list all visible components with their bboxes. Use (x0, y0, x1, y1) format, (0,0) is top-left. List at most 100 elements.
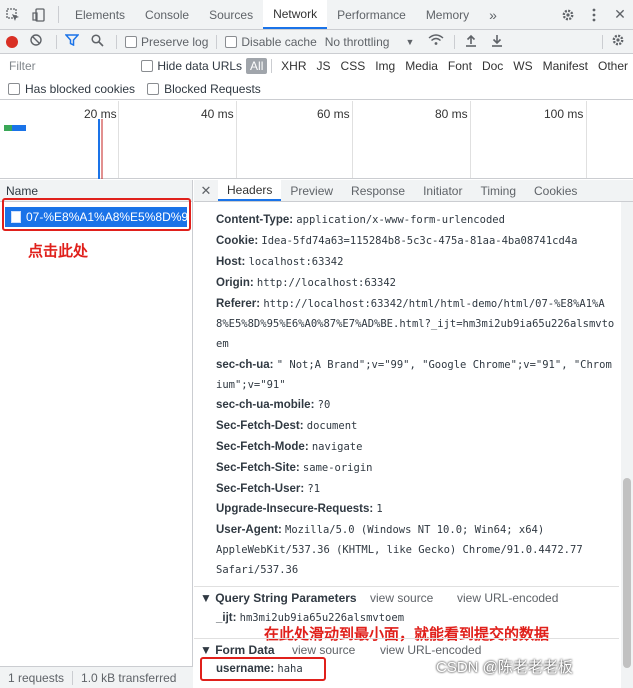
details-scrollbar[interactable] (621, 202, 633, 688)
import-har-upload-icon[interactable] (465, 34, 477, 50)
header-name: Origin: (216, 277, 254, 289)
search-icon[interactable] (91, 33, 104, 50)
filter-input[interactable]: Filter (4, 57, 132, 75)
header-name: Upgrade-Insecure-Requests: (216, 503, 374, 515)
header-name: Sec-Fetch-Dest: (216, 420, 304, 432)
record-icon[interactable] (6, 35, 18, 48)
tab-console[interactable]: Console (135, 0, 199, 29)
toolbar-divider (454, 34, 456, 49)
filter-type-font[interactable]: Font (443, 59, 477, 73)
tab-performance[interactable]: Performance (327, 0, 416, 29)
filter-type-js[interactable]: JS (312, 59, 336, 73)
hide-data-urls-checkbox[interactable]: Hide data URLs (141, 59, 242, 73)
request-count: 1 requests (8, 670, 65, 685)
header-value: ?1 (307, 483, 321, 495)
more-tabs-button[interactable]: » (479, 0, 507, 29)
tab-initiator[interactable]: Initiator (414, 180, 471, 201)
header-value: same-origin (302, 462, 373, 474)
overview-gridline (470, 101, 471, 178)
blocked-requests-label: Blocked Requests (164, 81, 261, 96)
timeline-overview[interactable]: 20 ms 40 ms 60 ms 80 ms 100 ms (0, 101, 633, 179)
close-details-icon[interactable]: ✕ (194, 180, 218, 201)
throttling-select[interactable]: No throttling ▼ (325, 35, 415, 49)
header-value: Idea-5fd74a63=115284b8-5c3c-475a-81aa-4b… (261, 235, 578, 247)
network-settings-gear-icon[interactable] (611, 33, 625, 50)
status-divider (72, 670, 74, 685)
filter-bar: Filter Hide data URLs All XHR JS CSS Img… (0, 55, 633, 77)
tab-response[interactable]: Response (342, 180, 414, 201)
disable-cache-checkbox[interactable]: Disable cache (225, 34, 317, 49)
header-row: Sec-Fetch-Mode: navigate (216, 437, 616, 457)
details-tab-bar: ✕ Headers Preview Response Initiator Tim… (194, 180, 633, 202)
close-icon[interactable]: ✕ (607, 6, 633, 23)
header-row: Origin: http://localhost:63342 (216, 273, 616, 293)
network-toolbar: Preserve log Disable cache No throttling… (0, 30, 633, 54)
preserve-log-checkbox[interactable]: Preserve log (125, 35, 208, 49)
request-list-pane: Name 07-%E8%A1%A8%E5%8D%95... 点击此处 1 req… (0, 180, 193, 688)
annotation-click-here: 点击此处 (28, 243, 89, 260)
clear-icon[interactable] (30, 34, 42, 49)
overview-gridline (118, 101, 119, 178)
header-name: Host: (216, 256, 246, 268)
request-details-pane: ✕ Headers Preview Response Initiator Tim… (194, 180, 633, 688)
overview-tick-label: 80 ms (435, 107, 468, 121)
export-har-download-icon[interactable] (491, 34, 503, 50)
checkbox-box[interactable] (141, 60, 154, 72)
filter-type-all[interactable]: All (246, 58, 268, 74)
header-value: http://localhost:63342 (256, 277, 396, 289)
header-name: sec-ch-ua: (216, 359, 274, 371)
scrollbar-thumb[interactable] (623, 478, 631, 668)
overview-load-marker (98, 119, 100, 179)
network-conditions-wifi-icon[interactable] (428, 34, 444, 49)
header-row: User-Agent: Mozilla/5.0 (Windows NT 10.0… (216, 520, 616, 580)
filter-funnel-icon[interactable] (64, 34, 80, 49)
disable-cache-label: Disable cache (241, 34, 317, 49)
tab-elements[interactable]: Elements (65, 0, 135, 29)
view-source-link[interactable]: view source (292, 643, 355, 657)
annotation-highlight-box (2, 198, 191, 231)
checkbox-box[interactable] (125, 35, 137, 48)
header-value: navigate (311, 441, 363, 453)
toolbar-divider (271, 59, 273, 73)
checkbox-box[interactable] (147, 82, 160, 95)
tab-network[interactable]: Network (263, 0, 328, 29)
view-source-link[interactable]: view source (370, 591, 433, 605)
overview-dcl-marker (101, 119, 103, 179)
header-name: Sec-Fetch-Mode: (216, 441, 309, 453)
tab-preview[interactable]: Preview (281, 180, 342, 201)
inspect-element-icon[interactable] (0, 0, 26, 29)
kebab-menu-icon[interactable] (581, 8, 607, 22)
throttling-value: No throttling (324, 34, 390, 49)
filter-type-xhr[interactable]: XHR (276, 59, 311, 73)
checkbox-box[interactable] (8, 82, 20, 95)
has-blocked-cookies-label: Has blocked cookies (25, 81, 136, 96)
filter-type-other[interactable]: Other (593, 59, 633, 73)
view-url-encoded-link[interactable]: view URL-encoded (457, 591, 558, 605)
tab-headers[interactable]: Headers (218, 180, 282, 201)
query-params-title[interactable]: ▼ Query String Parameters (200, 591, 357, 605)
filter-type-media[interactable]: Media (400, 59, 443, 73)
name-column-header[interactable]: Name (6, 184, 38, 198)
form-data-title[interactable]: ▼ Form Data (200, 643, 275, 657)
tab-timing[interactable]: Timing (471, 180, 525, 201)
filter-type-css[interactable]: CSS (336, 59, 371, 73)
filter-type-doc[interactable]: Doc (477, 59, 508, 73)
header-row: Sec-Fetch-Dest: document (216, 416, 616, 436)
tab-cookies[interactable]: Cookies (525, 180, 586, 201)
view-url-encoded-link[interactable]: view URL-encoded (380, 643, 481, 657)
query-param-name: _ijt: (216, 612, 237, 624)
blocked-requests-checkbox[interactable]: Blocked Requests (147, 82, 261, 96)
header-row: Sec-Fetch-User: ?1 (216, 479, 616, 499)
filter-type-manifest[interactable]: Manifest (538, 59, 593, 73)
tab-sources[interactable]: Sources (199, 0, 263, 29)
tab-memory[interactable]: Memory (416, 0, 479, 29)
has-blocked-cookies-checkbox[interactable]: Has blocked cookies (8, 82, 135, 96)
header-value: http://localhost:63342/html/html-demo/ht… (216, 298, 615, 350)
settings-gear-icon[interactable] (555, 8, 581, 22)
status-bar: 1 requests 1.0 kB transferred (0, 666, 193, 688)
filter-type-img[interactable]: Img (370, 59, 400, 73)
filter-type-ws[interactable]: WS (508, 59, 537, 73)
checkbox-box[interactable] (225, 35, 238, 48)
device-toolbar-icon[interactable] (26, 0, 52, 29)
transferred-size: 1.0 kB transferred (81, 670, 177, 685)
